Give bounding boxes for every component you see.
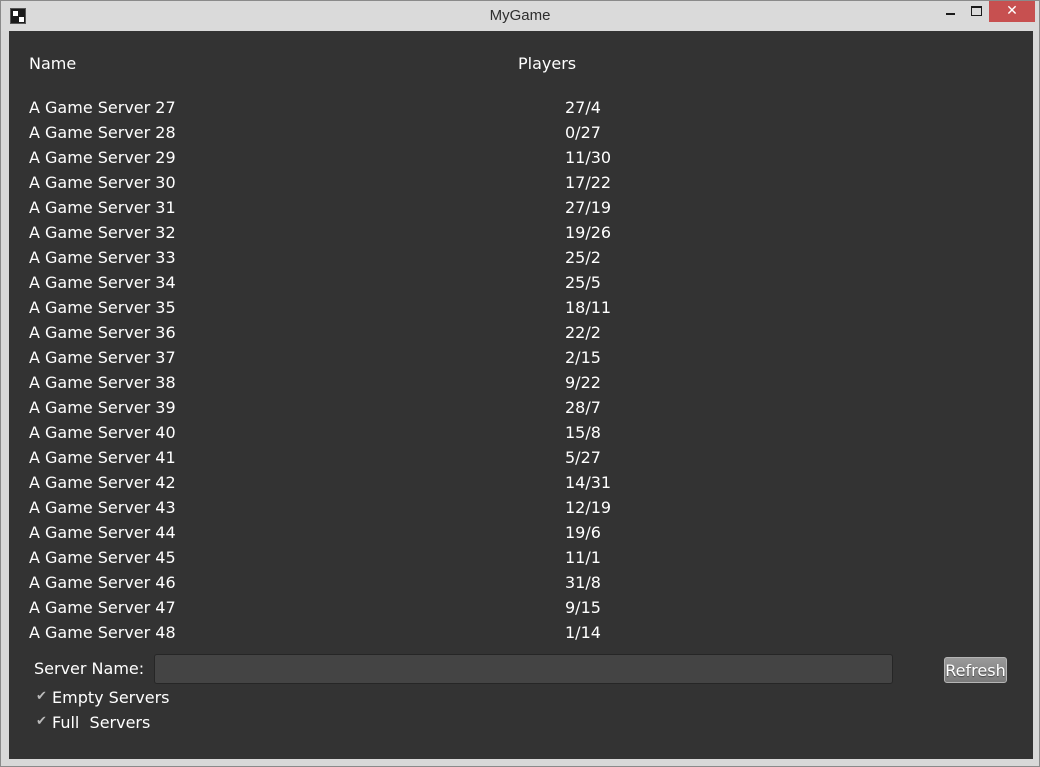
server-row[interactable]: A Game Server 48 1/14: [9, 621, 1033, 646]
server-name-cell: A Game Server 28: [29, 123, 176, 142]
server-name-cell: A Game Server 44: [29, 523, 176, 542]
server-name-cell: A Game Server 40: [29, 423, 176, 442]
server-players-cell: 17/22: [565, 173, 612, 192]
server-name-cell: A Game Server 30: [29, 173, 176, 192]
server-row[interactable]: A Game Server 32 19/26: [9, 221, 1033, 246]
server-name-input[interactable]: [154, 654, 893, 684]
server-players-cell: 18/11: [565, 298, 612, 317]
server-name-cell: A Game Server 35: [29, 298, 176, 317]
server-players-cell: 0/27: [565, 123, 601, 142]
server-name-cell: A Game Server 48: [29, 623, 176, 642]
server-name-cell: A Game Server 36: [29, 323, 176, 342]
server-players-cell: 1/14: [565, 623, 601, 642]
empty-servers-label: Empty Servers: [52, 688, 170, 707]
minimize-icon: [946, 13, 955, 15]
server-name-cell: A Game Server 47: [29, 598, 176, 617]
server-row[interactable]: A Game Server 43 12/19: [9, 496, 1033, 521]
server-players-cell: 9/22: [565, 373, 601, 392]
server-players-cell: 27/4: [565, 98, 601, 117]
server-name-cell: A Game Server 45: [29, 548, 176, 567]
server-name-cell: A Game Server 38: [29, 373, 176, 392]
server-row[interactable]: A Game Server 44 19/6: [9, 521, 1033, 546]
server-name-cell: A Game Server 37: [29, 348, 176, 367]
server-row[interactable]: A Game Server 36 22/2: [9, 321, 1033, 346]
server-name-cell: A Game Server 43: [29, 498, 176, 517]
server-row[interactable]: A Game Server 38 9/22: [9, 371, 1033, 396]
maximize-icon: [971, 6, 982, 16]
server-row[interactable]: A Game Server 31 27/19: [9, 196, 1033, 221]
full-servers-checkbox[interactable]: ✔: [36, 715, 48, 728]
server-browser-panel: Name Players A Game Server 27 27/4 A Game …: [9, 31, 1033, 759]
window-title: MyGame: [489, 7, 551, 24]
full-servers-label: Full Servers: [52, 713, 151, 732]
server-name-cell: A Game Server 33: [29, 248, 176, 267]
server-list[interactable]: A Game Server 27 27/4 A Game Server 28 0/27…: [9, 96, 1033, 646]
column-header-name[interactable]: Name: [29, 54, 76, 73]
server-row[interactable]: A Game Server 33 25/2: [9, 246, 1033, 271]
server-name-cell: A Game Server 32: [29, 223, 176, 242]
server-name-cell: A Game Server 27: [29, 98, 176, 117]
server-players-cell: 12/19: [565, 498, 612, 517]
server-players-cell: 19/6: [565, 523, 601, 542]
empty-servers-checkbox[interactable]: ✔: [36, 690, 48, 703]
refresh-button[interactable]: Refresh: [944, 657, 1007, 683]
server-row[interactable]: A Game Server 30 17/22: [9, 171, 1033, 196]
server-name-cell: A Game Server 42: [29, 473, 176, 492]
server-players-cell: 28/7: [565, 398, 601, 417]
server-name-cell: A Game Server 39: [29, 398, 176, 417]
server-row[interactable]: A Game Server 27 27/4: [9, 96, 1033, 121]
server-name-cell: A Game Server 31: [29, 198, 176, 217]
server-row[interactable]: A Game Server 29 11/30: [9, 146, 1033, 171]
column-header-players[interactable]: Players: [518, 54, 576, 73]
server-row[interactable]: A Game Server 35 18/11: [9, 296, 1033, 321]
server-row[interactable]: A Game Server 34 25/5: [9, 271, 1033, 296]
server-players-cell: 11/30: [565, 148, 612, 167]
server-players-cell: 22/2: [565, 323, 601, 342]
close-button[interactable]: ✕: [989, 1, 1035, 22]
server-row[interactable]: A Game Server 40 15/8: [9, 421, 1033, 446]
server-players-cell: 2/15: [565, 348, 601, 367]
server-row[interactable]: A Game Server 39 28/7: [9, 396, 1033, 421]
server-players-cell: 19/26: [565, 223, 612, 242]
maximize-button[interactable]: [964, 1, 988, 22]
title-bar[interactable]: MyGame ✕: [1, 1, 1039, 31]
server-row[interactable]: A Game Server 41 5/27: [9, 446, 1033, 471]
server-players-cell: 9/15: [565, 598, 601, 617]
app-window: MyGame ✕ Name Players A Game Server 27 27…: [0, 0, 1040, 767]
server-name-cell: A Game Server 34: [29, 273, 176, 292]
minimize-button[interactable]: [938, 1, 965, 22]
server-name-cell: A Game Server 46: [29, 573, 176, 592]
server-name-cell: A Game Server 29: [29, 148, 176, 167]
server-players-cell: 25/5: [565, 273, 601, 292]
server-name-label: Server Name:: [34, 659, 145, 678]
server-players-cell: 31/8: [565, 573, 601, 592]
server-row[interactable]: A Game Server 47 9/15: [9, 596, 1033, 621]
server-row[interactable]: A Game Server 45 11/1: [9, 546, 1033, 571]
close-icon: ✕: [1006, 3, 1018, 19]
server-players-cell: 14/31: [565, 473, 612, 492]
server-players-cell: 11/1: [565, 548, 601, 567]
server-players-cell: 25/2: [565, 248, 601, 267]
server-row[interactable]: A Game Server 28 0/27: [9, 121, 1033, 146]
server-row[interactable]: A Game Server 46 31/8: [9, 571, 1033, 596]
server-row[interactable]: A Game Server 37 2/15: [9, 346, 1033, 371]
server-row[interactable]: A Game Server 42 14/31: [9, 471, 1033, 496]
server-players-cell: 27/19: [565, 198, 612, 217]
server-players-cell: 5/27: [565, 448, 601, 467]
server-players-cell: 15/8: [565, 423, 601, 442]
server-name-cell: A Game Server 41: [29, 448, 176, 467]
